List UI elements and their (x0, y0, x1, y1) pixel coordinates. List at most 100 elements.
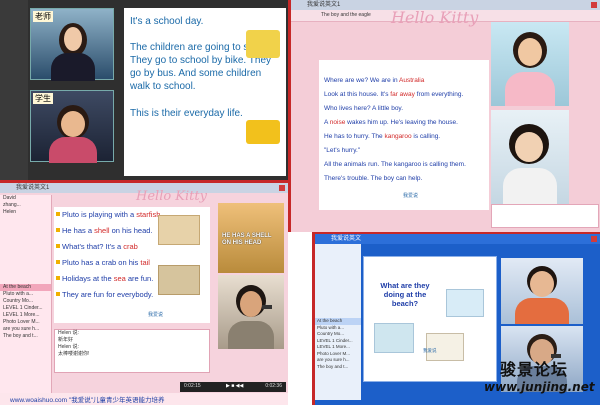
teacher-body (51, 53, 95, 81)
teacher-face (518, 38, 542, 66)
cartoon-video: HE HAS A SHELL ON HIS HEAD (218, 203, 284, 273)
beach-picture (426, 333, 464, 361)
mickey-picture (374, 323, 414, 353)
student-video: 学生 (30, 90, 114, 163)
close-icon[interactable] (591, 2, 597, 8)
slide-line: go by bus. And some children (130, 68, 262, 79)
lesson-slide: What are they doing at the beach? (363, 256, 497, 382)
brand-banner: Hello Kitty (136, 189, 207, 204)
publisher-logo: 我爱说 (423, 348, 437, 353)
teacher-label: 老师 (33, 11, 53, 22)
lesson-slide: It's a school day. The children are goin… (124, 8, 286, 176)
publisher-logo: 我爱说 (403, 193, 419, 199)
chat-line: Helen 说: (58, 330, 79, 336)
course-item[interactable]: The boy and t... (315, 364, 361, 371)
user-item[interactable]: Helen (0, 209, 51, 216)
teacher-video (491, 22, 569, 106)
course-item[interactable]: Pluto with a... (0, 291, 51, 298)
bullet-icon (56, 260, 60, 264)
chat-line: 新年好 (58, 337, 74, 343)
teacher-body (515, 298, 569, 324)
student-face (61, 111, 85, 137)
pluto-starfish-picture (158, 215, 200, 245)
user-item[interactable]: David (0, 195, 51, 202)
slide-line: He has to hurry. The kangaroo is calling… (324, 133, 441, 140)
close-icon[interactable] (591, 236, 597, 242)
course-item[interactable]: LEVEL 1 Cinder... (0, 305, 51, 312)
slide-line: Holidays at the sea are fun. (62, 274, 154, 283)
student-body (503, 168, 557, 204)
play-icon[interactable]: ▶ ■ ◀◀ (226, 383, 243, 389)
slide-line: All the animals run. The kangaroo is cal… (324, 161, 466, 168)
slide-line: Who lives here? A little boy. (324, 105, 404, 112)
teacher-face (530, 271, 554, 297)
headset-icon (262, 305, 272, 309)
slide-line: He has a shell on his head. (62, 226, 153, 235)
video-caption: HE HAS A SHELL ON HIS HEAD (222, 233, 272, 246)
close-icon[interactable] (279, 185, 285, 191)
chat-panel[interactable] (491, 204, 599, 228)
chat-line: Helen 说: (58, 344, 79, 350)
user-item[interactable]: zhang... (0, 202, 51, 209)
bike-picture (246, 30, 280, 58)
course-item[interactable]: Country Mo... (0, 298, 51, 305)
brand-banner: Hello Kitty (391, 8, 479, 27)
time-start: 0:02:15 (184, 383, 201, 389)
left-strip (0, 0, 28, 180)
window-titlebar: 我爱说英文 (315, 234, 600, 244)
bullet-icon (56, 276, 60, 280)
sidebar: At the beach Pluto with a... Country Mo.… (315, 244, 361, 400)
teacher-body (505, 72, 555, 106)
course-item[interactable]: are you sure h... (0, 326, 51, 333)
slide-line: What's that? It's a crab (62, 242, 138, 251)
slide-line: This is their everyday life. (130, 108, 243, 119)
slide-line: Pluto has a crab on his tail (62, 258, 150, 267)
bullet-icon (56, 228, 60, 232)
student-body (49, 137, 97, 163)
sidebar: David zhang... Helen At the beach Pluto … (0, 195, 52, 395)
student-video (218, 275, 284, 349)
window-title: 我爱说英文1 (307, 2, 341, 8)
slide-question: What are they doing at the beach? (380, 281, 430, 308)
time-end: 0:02:36 (265, 383, 282, 389)
watermark-url: www.junjing.net (484, 380, 595, 394)
slide-line: It's a school day. (130, 16, 204, 27)
slide-line: Look at this house. It's far away from e… (324, 91, 464, 98)
student-face (515, 132, 543, 162)
bullet-icon (56, 244, 60, 248)
school-bus-picture (246, 120, 280, 144)
classroom-window-3: 我爱说英文1 Hello Kitty David zhang... Helen … (0, 180, 288, 405)
teacher-video (501, 258, 583, 324)
student-body (228, 321, 274, 349)
lesson-tab[interactable]: The boy and the eagle (321, 12, 371, 18)
slide-line: "Let's hurry." (324, 147, 361, 154)
bullet-icon (56, 292, 60, 296)
teacher-video: 老师 (30, 8, 114, 81)
slide-line: A noise wakes him up. He's leaving the h… (324, 119, 458, 126)
slide-line: There's trouble. The boy can help. (324, 175, 423, 182)
slide-line: Where are we? We are in Australia (324, 77, 425, 84)
slide-line: walk to school. (130, 81, 196, 92)
footer-banner: www.woaishuo.com "我爱说"儿童青少年英语能力培养 (0, 393, 288, 405)
course-item[interactable]: Photo Lover M... (0, 319, 51, 326)
course-item[interactable]: LEVEL 1 More... (0, 312, 51, 319)
student-label: 学生 (33, 93, 53, 104)
classroom-window-2: 我爱说英文1 The boy and the eagle Hello Kitty… (288, 0, 600, 232)
window-title: 我爱说英文1 (16, 185, 50, 191)
course-item[interactable]: At the beach (0, 284, 51, 291)
pluto-crab-picture (158, 265, 200, 295)
publisher-logo: 我爱说 (148, 312, 164, 318)
course-item[interactable]: The boy and t... (0, 333, 51, 340)
watermark-title: 骏景论坛 (500, 362, 569, 379)
student-face (240, 291, 262, 317)
chat-line: 太棒喽谢谢你! (58, 351, 90, 357)
lesson-slide: Pluto is playing with a starfish He has … (54, 207, 210, 323)
classroom-window-1: 老师 学生 It's a school day. The children ar… (0, 0, 288, 180)
student-video (491, 110, 569, 204)
slide-line: They are fun for everybody. (62, 290, 154, 299)
teacher-face (64, 27, 82, 51)
lesson-slide: Where are we? We are in Australia Look a… (319, 60, 489, 210)
chat-panel[interactable]: Helen 说: 新年好 Helen 说: 太棒喽谢谢你! (54, 329, 210, 373)
